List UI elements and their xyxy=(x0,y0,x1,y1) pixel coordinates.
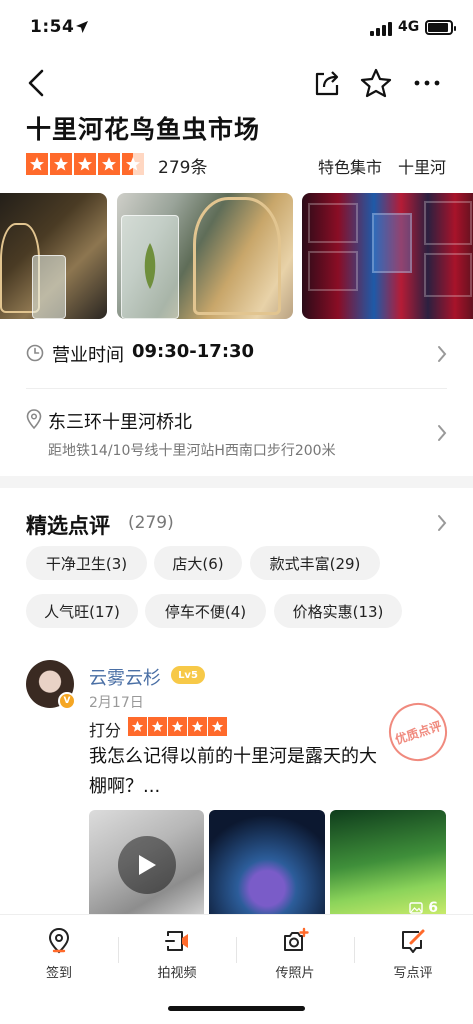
location-pin-icon xyxy=(26,409,42,429)
location-pin-icon xyxy=(48,927,70,954)
star-icon xyxy=(168,717,187,736)
status-time: 1:54 xyxy=(30,17,75,37)
clock-icon xyxy=(26,344,44,362)
star-icon xyxy=(74,153,96,175)
network-label: 4G xyxy=(398,19,420,35)
address-row[interactable]: 东三环十里河桥北 距地铁14/10号线十里河站H西南口步行200米 xyxy=(26,400,451,470)
review-tag-chip[interactable]: 款式丰富(29) xyxy=(250,546,380,580)
review-count[interactable]: 279条 xyxy=(158,153,207,178)
star-icon xyxy=(122,153,144,175)
review-tag-chip[interactable]: 干净卫生(3) xyxy=(26,546,147,580)
divider xyxy=(26,388,447,389)
chevron-right-icon xyxy=(438,346,447,362)
signal-icon xyxy=(370,22,392,36)
review-score-stars xyxy=(128,717,227,736)
star-icon xyxy=(208,717,227,736)
user-level-badge: Lv5 xyxy=(171,666,205,684)
business-hours-row[interactable]: 营业时间 09:30-17:30 xyxy=(26,335,451,373)
quality-stamp-text: 优质点评 xyxy=(393,718,444,747)
tab-label: 拍视频 xyxy=(157,966,197,981)
rating-row: 279条 特色集市 十里河 xyxy=(26,152,456,178)
review-user-name[interactable]: 云雾云杉 xyxy=(89,664,161,690)
rating-stars xyxy=(26,153,144,175)
back-arrow-icon[interactable] xyxy=(22,68,52,98)
play-icon[interactable] xyxy=(118,836,176,894)
share-icon[interactable] xyxy=(312,68,342,98)
image-icon xyxy=(409,902,423,914)
video-camera-icon xyxy=(165,931,188,951)
reviews-count: (279) xyxy=(128,513,174,533)
more-icon[interactable] xyxy=(412,68,442,98)
tab-label: 写点评 xyxy=(393,966,433,981)
score-label: 打分 xyxy=(89,721,122,740)
review-tag-chip[interactable]: 店大(6) xyxy=(154,546,242,580)
star-icon xyxy=(148,717,167,736)
star-icon xyxy=(188,717,207,736)
vip-badge: V xyxy=(58,692,76,710)
battery-icon xyxy=(425,20,456,35)
hours-value: 09:30-17:30 xyxy=(132,341,255,362)
area-tag[interactable]: 十里河 xyxy=(398,154,446,178)
photo-camera-icon xyxy=(284,927,309,951)
review-text[interactable]: 我怎么记得以前的十里河是露天的大棚啊？... xyxy=(89,742,389,802)
star-outline-icon[interactable] xyxy=(360,68,392,98)
chevron-right-icon[interactable] xyxy=(437,514,447,532)
review-video-thumbnail[interactable] xyxy=(89,810,204,922)
review-date: 2月17日 xyxy=(89,695,144,711)
photo-thumbnail[interactable] xyxy=(302,193,473,319)
address-text: 东三环十里河桥北 xyxy=(48,412,192,433)
review-photo[interactable]: 6 xyxy=(330,810,446,922)
review-tag-chip[interactable]: 停车不便(4) xyxy=(145,594,266,628)
section-separator xyxy=(0,476,473,488)
star-icon xyxy=(128,717,147,736)
hours-label: 营业时间 xyxy=(52,345,124,366)
upload-photo-button[interactable]: 传照片 xyxy=(236,927,354,987)
category-tag[interactable]: 特色集市 xyxy=(318,154,382,178)
review-tag-chip[interactable]: 价格实惠(13) xyxy=(274,594,402,628)
photo-strip[interactable] xyxy=(0,193,473,319)
photo-thumbnail[interactable] xyxy=(117,193,293,319)
review-photo[interactable] xyxy=(209,810,325,922)
tab-label: 传照片 xyxy=(275,966,315,981)
home-indicator xyxy=(168,1006,305,1011)
star-icon xyxy=(26,153,48,175)
quality-review-stamp: 优质点评 xyxy=(381,695,455,769)
photo-thumbnail[interactable] xyxy=(0,193,107,319)
page-title: 十里河花鸟鱼虫市场 xyxy=(26,115,261,144)
write-review-icon xyxy=(402,929,425,953)
star-icon xyxy=(98,153,120,175)
star-icon xyxy=(50,153,72,175)
review-tag-chip[interactable]: 人气旺(17) xyxy=(26,594,138,628)
directions-text: 距地铁14/10号线十里河站H西南口步行200米 xyxy=(48,443,336,459)
write-review-button[interactable]: 写点评 xyxy=(354,927,472,987)
nav-bar xyxy=(0,62,473,106)
chevron-right-icon xyxy=(438,425,447,441)
location-arrow-icon xyxy=(76,21,88,33)
checkin-button[interactable]: 签到 xyxy=(0,927,118,987)
status-bar: 1:54 4G xyxy=(0,0,473,58)
tab-label: 签到 xyxy=(45,966,72,981)
reviews-title: 精选点评 xyxy=(26,514,110,538)
record-video-button[interactable]: 拍视频 xyxy=(118,927,236,987)
